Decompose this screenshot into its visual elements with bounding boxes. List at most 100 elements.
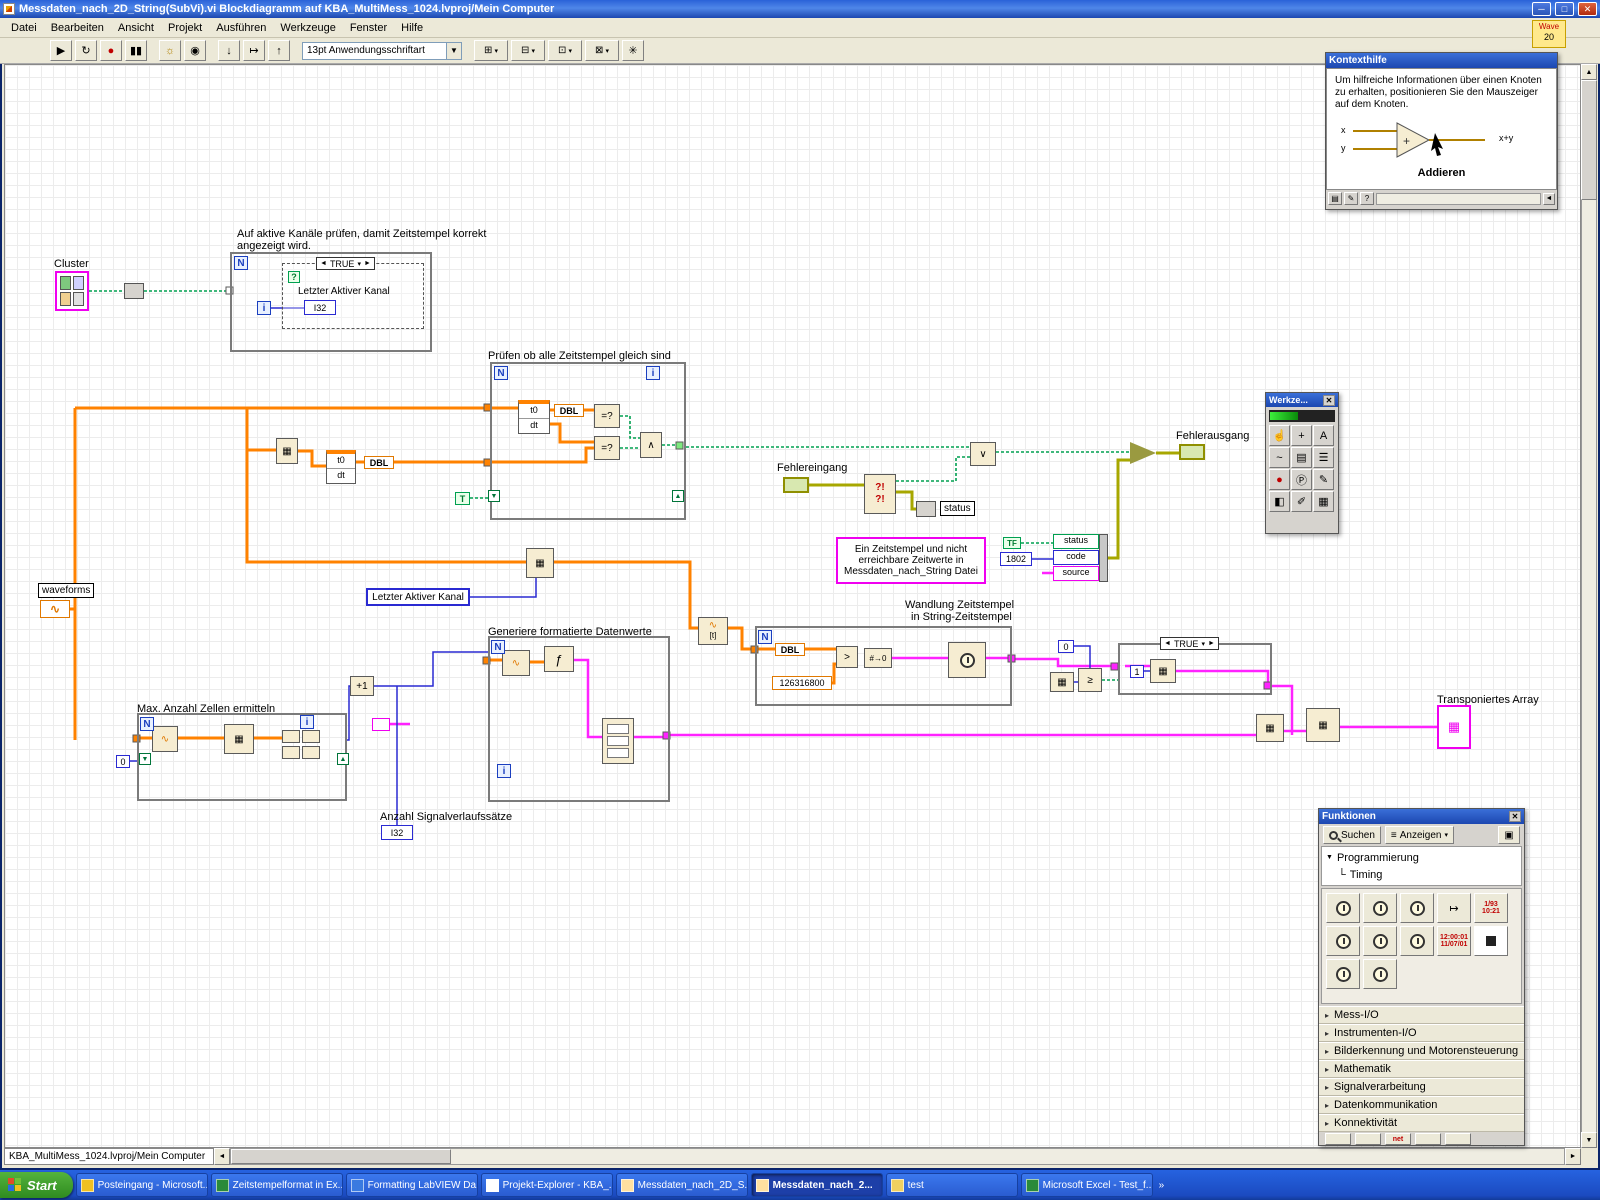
greater-comparison-node[interactable]: >: [836, 646, 858, 668]
horizontal-scroll-thumb[interactable]: [231, 1149, 451, 1164]
task-messdaten-2d[interactable]: Messdaten_nach_2D_S...: [615, 1173, 748, 1197]
waveform-unbundle-node[interactable]: t0 dt: [326, 450, 356, 484]
or-node[interactable]: ∨: [970, 442, 996, 466]
run-button[interactable]: ▶: [50, 40, 72, 61]
dbl-coercion[interactable]: DBL: [775, 643, 805, 656]
error-code-constant[interactable]: 1802: [1000, 552, 1032, 566]
comment-convert-line1[interactable]: Wandlung Zeitstempel: [905, 599, 1014, 611]
minimize-button[interactable]: ─: [1532, 2, 1551, 16]
bundle-source-field[interactable]: source: [1053, 566, 1099, 581]
pause-button[interactable]: ▮▮: [125, 40, 147, 61]
tool-breakpoint-icon[interactable]: ●: [1269, 469, 1290, 490]
cluster-control[interactable]: [55, 271, 89, 311]
case-selector-value[interactable]: TRUE: [1174, 639, 1199, 649]
status-indicator[interactable]: status: [940, 501, 975, 516]
time-delay-icon[interactable]: ↦: [1437, 893, 1471, 923]
task-posteingang[interactable]: Posteingang - Microsoft...: [75, 1173, 208, 1197]
error-in-label[interactable]: Fehlereingang: [777, 462, 847, 474]
loop-iteration-terminal[interactable]: i: [497, 764, 511, 778]
category-konnektivitaet[interactable]: ▸ Konnektivität: [1319, 1114, 1524, 1132]
case-prev-icon[interactable]: ◄: [1164, 640, 1171, 647]
distribute-objects-button[interactable]: ⊟ ▾: [511, 40, 545, 61]
error-out-label[interactable]: Fehlerausgang: [1176, 430, 1249, 442]
stopwatch-icon[interactable]: [1326, 959, 1360, 989]
tool-paint-icon[interactable]: ✐: [1291, 491, 1312, 512]
start-button[interactable]: Start: [0, 1172, 73, 1198]
category-bilderkennung[interactable]: ▸ Bilderkennung und Motorensteuerung: [1319, 1042, 1524, 1060]
menu-datei[interactable]: Datei: [4, 20, 44, 36]
case-next-icon[interactable]: ►: [1208, 640, 1215, 647]
equal-comparison-node[interactable]: =?: [594, 436, 620, 460]
build-array-node[interactable]: [602, 718, 634, 764]
category-signalverarbeitung[interactable]: ▸ Signalverarbeitung: [1319, 1078, 1524, 1096]
one-constant[interactable]: 1: [1130, 665, 1144, 678]
loop-count-terminal[interactable]: N: [494, 366, 508, 380]
replace-array-subset-node[interactable]: ▦: [1150, 659, 1176, 683]
diagram-cleanup-button[interactable]: ✳: [622, 40, 644, 61]
signal-count-label[interactable]: Anzahl Signalverlaufssätze: [380, 811, 512, 823]
tool-position-icon[interactable]: +: [1291, 425, 1312, 446]
case-selector-value[interactable]: TRUE: [330, 259, 355, 269]
scroll-up-button[interactable]: ▲: [1581, 64, 1597, 80]
cluster-label[interactable]: Cluster: [54, 258, 89, 270]
shift-register-right[interactable]: ▲: [672, 490, 684, 502]
merge-errors-node[interactable]: ?! ?!: [864, 474, 896, 514]
max-min-node[interactable]: [302, 746, 320, 759]
search-button[interactable]: Suchen: [1323, 826, 1381, 844]
taskbar-chevron-icon[interactable]: »: [1159, 1180, 1165, 1191]
tool-label-icon[interactable]: A: [1313, 425, 1334, 446]
tool-wire-icon[interactable]: ~: [1269, 447, 1290, 468]
tools-palette-titlebar[interactable]: Werkze... ✕: [1266, 393, 1338, 407]
increment-node[interactable]: +1: [350, 676, 374, 696]
waveform-unbundle-node[interactable]: t0 dt: [518, 400, 550, 434]
step-over-button[interactable]: ↦: [243, 40, 265, 61]
format-datetime-icon[interactable]: 1/93 10:21: [1474, 893, 1508, 923]
array-size-node[interactable]: ▦: [224, 724, 254, 754]
dbl-coercion[interactable]: DBL: [554, 404, 584, 417]
wait-ms-icon[interactable]: [1363, 893, 1397, 923]
equal-comparison-node[interactable]: =?: [594, 404, 620, 428]
task-formatting-labview[interactable]: Formatting LabVIEW Da...: [345, 1173, 478, 1197]
tool-copy-color-icon[interactable]: ✎: [1313, 469, 1334, 490]
step-out-button[interactable]: ↑: [268, 40, 290, 61]
bundle-status-field[interactable]: status: [1053, 534, 1099, 549]
scroll-right-button[interactable]: ►: [1565, 1148, 1581, 1165]
task-zeitstempelformat[interactable]: Zeitstempelformat in Ex...: [210, 1173, 343, 1197]
partial-icon[interactable]: [1445, 1133, 1471, 1145]
transpose-2d-array-node[interactable]: ▦: [1306, 708, 1340, 742]
help-lock-button[interactable]: ✎: [1344, 192, 1358, 205]
tool-extra-icon[interactable]: ▦: [1313, 491, 1334, 512]
seconds-to-datetime-node[interactable]: [948, 642, 986, 678]
scroll-down-button[interactable]: ▼: [1581, 1132, 1597, 1148]
tools-palette[interactable]: Werkze... ✕ ☝ + A ~ ▤ ☰ ● Ⓟ ✎ ◧ ✐ ▦: [1265, 392, 1339, 534]
menu-fenster[interactable]: Fenster: [343, 20, 394, 36]
tool-scroll-icon[interactable]: ☰: [1313, 447, 1334, 468]
reorder-button[interactable]: ⊠ ▾: [585, 40, 619, 61]
waveforms-terminal[interactable]: ∿: [40, 600, 70, 618]
last-active-channel-label[interactable]: Letzter Aktiver Kanal: [366, 588, 470, 606]
partial-icon[interactable]: net: [1385, 1133, 1411, 1145]
error-out-terminal[interactable]: [1179, 444, 1205, 460]
waveform-component-node[interactable]: ∿: [502, 650, 530, 676]
error-description-comment[interactable]: Ein Zeitstempel und nicht erreichbare Ze…: [836, 537, 986, 584]
maximize-button[interactable]: □: [1555, 2, 1574, 16]
and-node[interactable]: ∧: [640, 432, 662, 458]
category-mess-io[interactable]: ▸ Mess-I/O: [1319, 1006, 1524, 1024]
vertical-scrollbar[interactable]: [1581, 64, 1597, 1148]
loop-count-terminal[interactable]: N: [234, 256, 248, 270]
case-down-icon[interactable]: ▾: [357, 260, 361, 268]
number-to-string-node[interactable]: #→0: [864, 648, 892, 668]
highlight-execution-button[interactable]: ☼: [159, 40, 181, 61]
datetime-string-icon[interactable]: 12:00:01 11/07/01: [1437, 926, 1471, 956]
comment-convert-line2[interactable]: in String-Zeitstempel: [911, 611, 1012, 623]
category-datenkommunikation[interactable]: ▸ Datenkommunikation: [1319, 1096, 1524, 1114]
index-array-node[interactable]: ▦: [526, 548, 554, 578]
resize-objects-button[interactable]: ⊡ ▾: [548, 40, 582, 61]
waveform-y-component-node[interactable]: ∿: [152, 726, 178, 752]
tree-item-timing[interactable]: └ Timing: [1326, 866, 1517, 883]
menu-hilfe[interactable]: Hilfe: [394, 20, 430, 36]
shift-register-left[interactable]: ▼: [139, 753, 151, 765]
close-button[interactable]: ✕: [1578, 2, 1597, 16]
functions-palette[interactable]: Funktionen ✕ Suchen ≡ Anzeigen ▾ ▣ ▼ Progr…: [1318, 808, 1525, 1146]
shift-register-left[interactable]: ▼: [488, 490, 500, 502]
